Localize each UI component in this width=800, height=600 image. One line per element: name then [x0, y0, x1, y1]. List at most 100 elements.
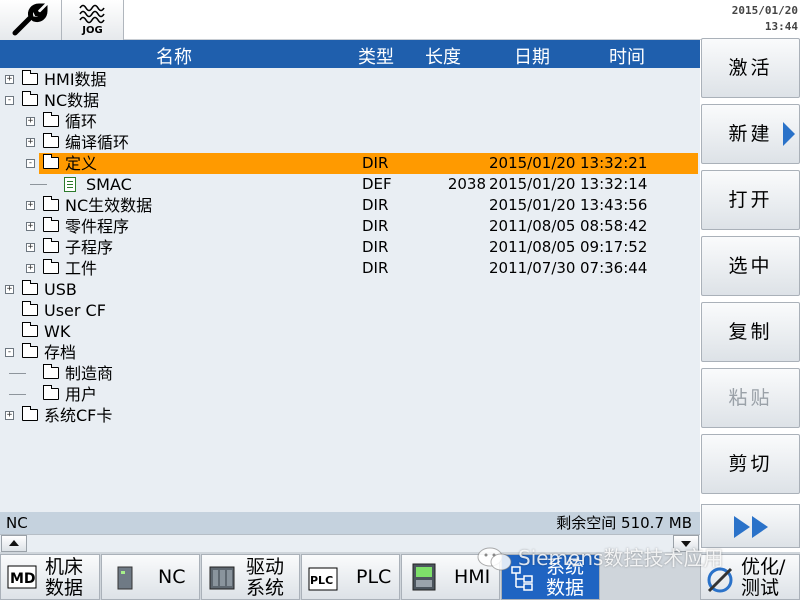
folder-icon: [21, 301, 38, 316]
scroll-down-button[interactable]: [673, 535, 699, 552]
folder-row[interactable]: - 定义 DIR 2015/01/20 13:32:21: [0, 153, 700, 174]
machine-data-button[interactable]: MD 机床 数据: [0, 554, 100, 600]
col-name[interactable]: 名称: [156, 43, 192, 69]
status-bar: NC 剩余空间 510.7 MB: [0, 512, 700, 534]
current-time: 13:44: [764, 20, 798, 33]
item-name: NC数据: [44, 91, 100, 110]
collapse-icon[interactable]: -: [26, 159, 35, 168]
expand-icon[interactable]: +: [26, 138, 35, 147]
open-folder-icon: [21, 343, 38, 358]
folder-row[interactable]: 用户: [0, 384, 700, 405]
optimize-label-1: 优化/: [741, 556, 786, 578]
document-icon: [64, 177, 76, 192]
collapse-icon[interactable]: -: [5, 96, 14, 105]
next-page-button[interactable]: [701, 504, 800, 548]
bottom-bar: MD 机床 数据 NC 驱动 系统 PLC PLC HMI 系统 数据 优化/ …: [0, 552, 800, 600]
file-row[interactable]: SMAC DEF 2038 2015/01/20 13:32:14: [0, 174, 700, 195]
folder-row[interactable]: User CF: [0, 300, 700, 321]
folder-row[interactable]: + 系统CF卡: [0, 405, 700, 426]
expand-icon[interactable]: +: [26, 222, 35, 231]
optimize-label-2: 测试: [741, 577, 780, 599]
folder-icon: [42, 112, 59, 127]
folder-row[interactable]: 制造商: [0, 363, 700, 384]
folder-icon: [21, 70, 38, 85]
item-name: 制造商: [65, 364, 114, 383]
activate-button[interactable]: 激活: [701, 38, 800, 98]
folder-icon: [42, 259, 59, 274]
open-button[interactable]: 打开: [701, 170, 800, 230]
cut-button[interactable]: 剪切: [701, 434, 800, 494]
folder-icon: [21, 406, 38, 421]
submenu-arrow-icon: [783, 122, 795, 146]
item-length: 2038: [447, 175, 486, 193]
nc-button[interactable]: NC: [101, 554, 200, 600]
col-length[interactable]: 长度: [425, 43, 461, 69]
folder-row[interactable]: + 循环: [0, 111, 700, 132]
md-icon: MD: [7, 565, 37, 589]
item-name: 工件: [65, 259, 98, 278]
expand-icon[interactable]: +: [26, 201, 35, 210]
expand-icon[interactable]: +: [5, 411, 14, 420]
folder-icon: [21, 280, 38, 295]
collapse-icon[interactable]: -: [5, 348, 14, 357]
item-time: 09:17:52: [580, 238, 648, 256]
system-data-label-1: 系统: [546, 556, 585, 578]
item-date: 2015/01/20: [489, 196, 576, 214]
folder-row[interactable]: + 工件 DIR 2011/07/30 07:36:44: [0, 258, 700, 279]
plc-button[interactable]: PLC PLC: [301, 554, 400, 600]
folder-row[interactable]: + USB: [0, 279, 700, 300]
machine-data-label-2: 数据: [45, 577, 84, 599]
new-label: 新建: [728, 123, 773, 145]
paste-button[interactable]: 粘贴: [701, 368, 800, 428]
folder-row[interactable]: + 零件程序 DIR 2011/08/05 08:58:42: [0, 216, 700, 237]
folder-row[interactable]: + 子程序 DIR 2011/08/05 09:17:52: [0, 237, 700, 258]
select-button[interactable]: 选中: [701, 236, 800, 296]
item-date: 2015/01/20: [489, 175, 576, 193]
folder-row[interactable]: - NC数据: [0, 90, 700, 111]
hmi-panel-icon: [412, 563, 436, 591]
folder-row[interactable]: + HMI数据: [0, 69, 700, 90]
item-name: 用户: [65, 385, 98, 404]
item-name: 循环: [65, 112, 98, 131]
folder-icon: [42, 196, 59, 211]
plc-icon: PLC: [308, 567, 338, 591]
tree-branch-line: [30, 184, 47, 185]
item-type: DIR: [362, 217, 389, 235]
down-arrow-icon: [681, 541, 691, 547]
copy-button[interactable]: 复制: [701, 302, 800, 362]
expand-icon[interactable]: +: [5, 285, 14, 294]
system-data-button[interactable]: 系统 数据: [501, 554, 600, 600]
folder-row[interactable]: WK: [0, 321, 700, 342]
file-tree[interactable]: + HMI数据 - NC数据 + 循环 + 编译循环 - 定义 DIR 2015/01/20 13:32…: [0, 68, 700, 512]
scroll-up-button[interactable]: [1, 535, 27, 552]
jog-mode-button[interactable]: JOG: [62, 0, 124, 40]
folder-icon: [42, 385, 59, 400]
folder-row[interactable]: + NC生效数据 DIR 2015/01/20 13:43:56: [0, 195, 700, 216]
drive-system-button[interactable]: 驱动 系统: [201, 554, 300, 600]
folder-icon: [42, 133, 59, 148]
col-date[interactable]: 日期: [514, 43, 550, 69]
scroll-row: [0, 534, 700, 552]
new-button[interactable]: 新建: [701, 104, 800, 164]
folder-row[interactable]: - 存档: [0, 342, 700, 363]
col-time[interactable]: 时间: [609, 43, 645, 69]
col-type[interactable]: 类型: [358, 43, 394, 69]
expand-icon[interactable]: +: [26, 264, 35, 273]
expand-icon[interactable]: +: [26, 117, 35, 126]
item-time: 13:43:56: [580, 196, 648, 214]
item-name: SMAC: [86, 175, 132, 194]
file-browser-panel: 名称 类型 长度 日期 时间 + HMI数据 - NC数据 + 循环 + 编译循环 - 定义 DIR…: [0, 40, 700, 534]
tools-icon: [707, 567, 733, 593]
item-name: 零件程序: [65, 217, 130, 236]
wrench-button[interactable]: [0, 0, 62, 40]
optimize-test-button[interactable]: 优化/ 测试: [700, 554, 800, 600]
drive-label-1: 驱动: [246, 556, 285, 578]
item-name: User CF: [44, 301, 106, 320]
item-date: 2011/08/05: [489, 217, 576, 235]
item-type: DEF: [362, 175, 392, 193]
folder-row[interactable]: + 编译循环: [0, 132, 700, 153]
item-name: HMI数据: [44, 70, 107, 89]
expand-icon[interactable]: +: [26, 243, 35, 252]
expand-icon[interactable]: +: [5, 75, 14, 84]
current-date: 2015/01/20: [731, 4, 798, 17]
